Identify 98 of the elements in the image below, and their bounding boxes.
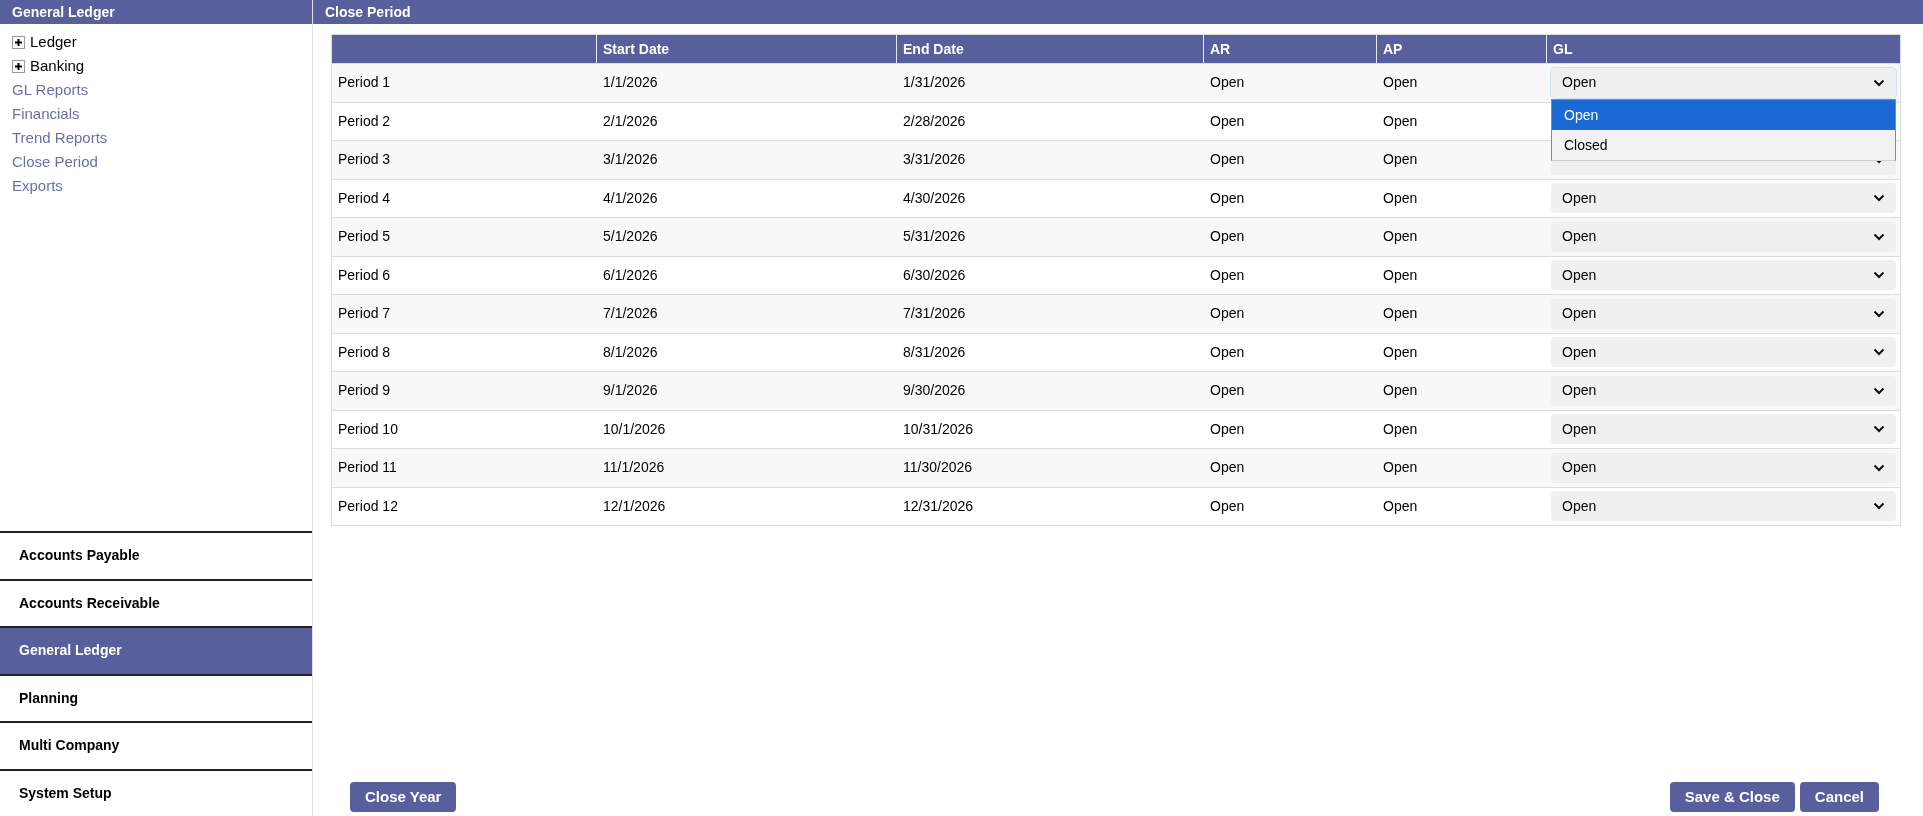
table-cell-text: Open — [1383, 73, 1418, 93]
table-cell-text: Period 1 — [338, 73, 391, 93]
status-select[interactable]: Open — [1551, 491, 1896, 522]
status-select[interactable]: Open — [1551, 337, 1896, 368]
page-title: Close Period — [313, 0, 1923, 24]
close-year-button[interactable]: Close Year — [350, 782, 457, 812]
table-cell-text: Open — [1210, 150, 1245, 170]
status-select[interactable]: Open — [1551, 221, 1896, 252]
chevron-down-icon — [1873, 463, 1885, 472]
table-cell-text: 8/31/2026 — [903, 342, 966, 362]
table-cell-text: Open — [1210, 111, 1245, 131]
column-header: GL — [1552, 39, 1574, 59]
table-cell-text: Period 7 — [338, 304, 391, 324]
cancel-button[interactable]: Cancel — [1799, 782, 1879, 812]
table-cell-text: Open — [1210, 342, 1245, 362]
table-cell-text: Period 5 — [338, 227, 391, 247]
table-cell-text: 7/31/2026 — [903, 304, 966, 324]
save-button[interactable]: Save & Close — [1669, 782, 1795, 812]
sidebar-title: General Ledger — [0, 0, 312, 24]
table-cell-text: 3/31/2026 — [903, 150, 966, 170]
table-cell-text: Period 6 — [338, 265, 391, 285]
table-cell-text: Period 2 — [338, 111, 391, 131]
table-cell-text: 12/1/2026 — [603, 496, 666, 516]
table-cell-text: Open — [1210, 265, 1245, 285]
table-cell-text: Open — [1383, 265, 1418, 285]
table-cell-text: 8/1/2026 — [603, 342, 658, 362]
table-cell-text: 4/30/2026 — [903, 188, 966, 208]
sidebar-link[interactable]: Trend Reports — [12, 126, 108, 150]
table-cell-text: 9/30/2026 — [903, 381, 966, 401]
sidebar-link[interactable]: Financials — [12, 102, 80, 126]
table-cell-text: 1/1/2026 — [603, 73, 658, 93]
sidebar-link[interactable]: Close Period — [12, 150, 98, 174]
table-cell-text: 6/1/2026 — [603, 265, 658, 285]
table-cell-text: Open — [1210, 304, 1245, 324]
table-cell-text: Open — [1383, 111, 1418, 131]
sidebar-link[interactable]: GL Reports — [12, 78, 89, 102]
sidebar-link[interactable]: Exports — [12, 174, 63, 198]
status-select[interactable]: Open — [1551, 67, 1896, 98]
chevron-down-icon — [1873, 232, 1885, 241]
table-cell-text: Period 12 — [338, 496, 398, 516]
table-cell-text: Open — [1210, 458, 1245, 478]
table-cell-text: Period 3 — [338, 150, 391, 170]
table-cell-text: Open — [1383, 227, 1418, 247]
table-cell-text: 10/31/2026 — [903, 419, 974, 439]
table-cell-text: Open — [1383, 419, 1418, 439]
table-cell-text: 7/1/2026 — [603, 304, 658, 324]
table-cell-text: 5/1/2026 — [603, 227, 658, 247]
plus-box-icon[interactable] — [12, 35, 25, 49]
table-cell-text: Open — [1210, 188, 1245, 208]
table-cell-text: 12/31/2026 — [903, 496, 974, 516]
table-cell-text: 2/28/2026 — [903, 111, 966, 131]
tree-item[interactable]: Ledger — [30, 30, 77, 54]
status-select[interactable]: Open — [1551, 260, 1896, 291]
table-cell-text: Open — [1383, 188, 1418, 208]
table-cell-text: 6/30/2026 — [903, 265, 966, 285]
table-cell-text: 4/1/2026 — [603, 188, 658, 208]
status-select[interactable]: Open — [1551, 183, 1896, 214]
chevron-down-icon — [1873, 194, 1885, 203]
table-cell-text: 10/1/2026 — [603, 419, 666, 439]
table-cell-text: Open — [1383, 342, 1418, 362]
tree-item[interactable]: Banking — [30, 54, 85, 78]
table-cell-text: Open — [1210, 73, 1245, 93]
table-cell-text: 2/1/2026 — [603, 111, 658, 131]
table-cell-text: Period 10 — [338, 419, 398, 439]
table-cell-text: Period 4 — [338, 188, 391, 208]
dropdown-option[interactable]: Closed — [1552, 130, 1895, 160]
table-cell-text: 11/30/2026 — [903, 458, 973, 478]
table-cell-text: Open — [1383, 496, 1418, 516]
table-cell-text: Period 9 — [338, 381, 391, 401]
status-select[interactable]: Open — [1551, 452, 1896, 483]
chevron-down-icon — [1873, 386, 1885, 395]
chevron-down-icon — [1873, 309, 1885, 318]
table-cell-text: Open — [1210, 419, 1245, 439]
dropdown-option[interactable]: Open — [1552, 100, 1895, 130]
status-select[interactable]: Open — [1551, 414, 1896, 445]
table-cell-text: Open — [1383, 458, 1418, 478]
plus-box-icon[interactable] — [12, 59, 25, 73]
table-cell-text: Open — [1210, 227, 1245, 247]
table-cell-text: 11/1/2026 — [603, 458, 665, 478]
table-cell-text: 9/1/2026 — [603, 381, 658, 401]
table-cell-text: 1/31/2026 — [903, 73, 966, 93]
chevron-down-icon — [1873, 502, 1885, 511]
chevron-down-icon — [1873, 78, 1885, 87]
table-cell-text: Open — [1383, 150, 1418, 170]
chevron-down-icon — [1873, 271, 1885, 280]
table-cell-text: Open — [1383, 381, 1418, 401]
status-select[interactable]: Open — [1551, 298, 1896, 329]
table-cell-text: Period 8 — [338, 342, 391, 362]
table-cell-text: 5/31/2026 — [903, 227, 966, 247]
chevron-down-icon — [1873, 348, 1885, 357]
table-cell-text: Open — [1210, 496, 1245, 516]
table-cell-text: Open — [1210, 381, 1245, 401]
table-cell-text: Period 11 — [338, 458, 397, 478]
module-tab[interactable]: General Ledger — [0, 626, 312, 674]
status-select[interactable]: Open — [1551, 375, 1896, 406]
table-cell-text: Open — [1383, 304, 1418, 324]
table-cell-text: 3/1/2026 — [603, 150, 658, 170]
chevron-down-icon — [1873, 425, 1885, 434]
